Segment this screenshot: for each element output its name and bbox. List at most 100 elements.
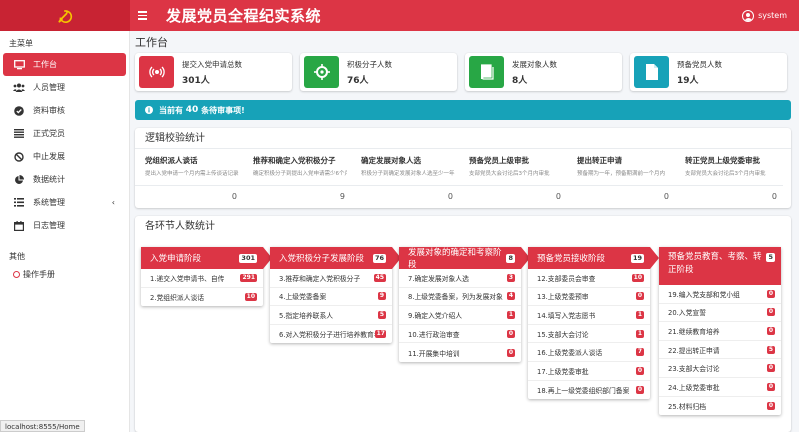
pending-alert[interactable]: 当前有 40 条待审事项! (135, 100, 791, 120)
stat-name: 提出转正申请 (577, 156, 622, 165)
user-menu[interactable]: system (742, 0, 787, 31)
count-badge: 0 (766, 364, 775, 373)
stage-item[interactable]: 10.进行政治审查 0 (399, 325, 521, 344)
stage-item[interactable]: 19.编入党支部和党小组 0 (659, 285, 781, 304)
logic-stat[interactable]: 党组织派人谈话 提出入党申请一个月内需上传谈话记录 0 (135, 155, 243, 210)
stat-desc: 提出入党申请一个月内需上传谈话记录 (145, 171, 239, 177)
info-value: 19人 (677, 75, 699, 86)
stage-item[interactable]: 23.支部大会讨论 0 (659, 359, 781, 378)
logic-stat[interactable]: 确定发展对象人选 积极分子到确定发展对象人选至少一年 0 (351, 155, 459, 210)
info-label: 发展对象人数 (512, 59, 557, 69)
count-badge: 0 (766, 289, 775, 298)
logo (0, 0, 130, 31)
sidebar-item-label: 人员管理 (33, 83, 65, 92)
stage-column-development: 发展对象的确定和考察阶段 8 7.确定发展对象人选 3 8.上级党委备案，列为发展… (399, 247, 530, 362)
manual-link[interactable]: 操作手册 (0, 267, 129, 281)
stage-title: 入党申请阶段 (150, 254, 202, 264)
info-label: 预备党员人数 (677, 59, 722, 69)
stat-desc: 积极分子到确定发展对象人选至少一年 (361, 171, 455, 177)
stage-item[interactable]: 6.对入党积极分子进行培养教育考察17 (270, 325, 392, 344)
sidebar: 主菜单 工作台 人员管理 资料审核 正式党员 中止发展 数据统计 系统管理 ‹ … (0, 31, 130, 432)
sidebar-item-personnel[interactable]: 人员管理 (0, 76, 129, 99)
stage-item[interactable]: 24.上级党委审批 0 (659, 378, 781, 397)
sidebar-item-suspended[interactable]: 中止发展 (0, 145, 129, 168)
sidebar-item-system[interactable]: 系统管理 ‹ (0, 191, 129, 214)
alert-suffix: 条待审事项! (201, 105, 245, 115)
stage-item[interactable]: 22.提出转正申请 5 (659, 341, 781, 360)
stage-item[interactable]: 11.开展集中培训 0 (399, 343, 521, 362)
stage-item[interactable]: 1.递交入党申请书、自传 291 (141, 269, 263, 288)
circle-icon (13, 270, 20, 278)
stage-item[interactable]: 8.上级党委备案，列为发展对象 4 (399, 288, 521, 307)
logic-stat[interactable]: 预备党员上级审批 支部党员大会讨论后3个月内审批 0 (459, 155, 567, 210)
stage-item[interactable]: 13.上级党委预审 0 (528, 288, 650, 307)
stage-item[interactable]: 18.再上一级党委组织部门备案 0 (528, 381, 650, 400)
file-icon (634, 56, 669, 88)
stage-item[interactable]: 5.指定培养联系人 5 (270, 306, 392, 325)
stage-item[interactable]: 17.上级党委审批 0 (528, 362, 650, 381)
stage-header[interactable]: 发展对象的确定和考察阶段 8 (399, 247, 521, 270)
stage-item[interactable]: 3.推荐和确定入党积极分子 45 (270, 269, 392, 288)
stage-header[interactable]: 预备党员接收阶段 19 (528, 247, 650, 269)
info-label: 积极分子人数 (347, 59, 392, 69)
sidebar-other-heading: 其他 (9, 252, 25, 261)
chevron-left-icon: ‹ (111, 198, 115, 207)
stage-item[interactable]: 12.支部委员会审查 10 (528, 269, 650, 288)
logic-stat[interactable]: 转正党员上级党委审批 支部党员大会讨论后3个月内审批 0 (675, 155, 783, 210)
logic-stat[interactable]: 推荐和确定入党积极分子 确定积极分子到提出入党申请需少6个月以上 9 (243, 155, 351, 210)
card-title: 逻辑校验统计 (135, 128, 791, 149)
sidebar-item-label: 中止发展 (33, 152, 65, 161)
count-badge: 17 (374, 330, 386, 339)
sidebar-item-label: 资料审核 (33, 106, 65, 115)
stat-name: 预备党员上级审批 (469, 156, 529, 165)
sidebar-item-statistics[interactable]: 数据统计 (0, 168, 129, 191)
count-badge: 3 (506, 273, 515, 282)
stage-column-probation-education: 预备党员教育、考察、转正阶段 5 19.编入党支部和党小组 0 20.入党宣誓 0 … (659, 247, 781, 416)
stage-item[interactable]: 9.确定入党介绍人 1 (399, 306, 521, 325)
status-bar-url: localhost:8555/Home (0, 420, 85, 432)
stage-item[interactable]: 7.确定发展对象人选 3 (399, 269, 521, 288)
info-box-activists: 积极分子人数 76人 (300, 53, 457, 91)
stage-title: 预备党员接收阶段 (537, 254, 606, 264)
count-badge: 9 (377, 292, 386, 301)
stage-item[interactable]: 15.支部大会讨论 1 (528, 325, 650, 344)
stat-value: 0 (231, 192, 237, 201)
user-circle-icon (742, 9, 755, 22)
count-badge: 7 (635, 348, 644, 357)
stage-item[interactable]: 21.继续教育培养 0 (659, 322, 781, 341)
count-badge: 45 (373, 273, 386, 282)
stage-item[interactable]: 16.上级党委派人谈话 7 (528, 343, 650, 362)
count-badge: 0 (766, 401, 775, 410)
stat-value: 9 (339, 192, 345, 201)
stage-header[interactable]: 入党申请阶段 301 (141, 247, 263, 269)
stage-item[interactable]: 2.党组织派人谈话 10 (141, 288, 263, 307)
sidebar-item-review[interactable]: 资料审核 (0, 99, 129, 122)
sidebar-item-logs[interactable]: 日志管理 (0, 214, 129, 237)
stage-item[interactable]: 25.材料归档 0 (659, 397, 781, 416)
stage-item[interactable]: 14.填写入党志愿书 1 (528, 306, 650, 325)
sidebar-item-full-members[interactable]: 正式党员 (0, 122, 129, 145)
sidebar-item-label: 系统管理 (33, 198, 65, 207)
sidebar-item-label: 工作台 (33, 60, 57, 69)
sidebar-heading: 主菜单 (9, 39, 33, 48)
users-icon (13, 82, 25, 94)
stage-header[interactable]: 入党积极分子发展阶段 76 (270, 247, 392, 269)
list-icon (13, 128, 25, 140)
calendar-icon (13, 220, 25, 232)
stage-header[interactable]: 预备党员教育、考察、转正阶段 5 (659, 247, 781, 285)
stage-count: 76 (372, 253, 386, 263)
logic-stat[interactable]: 提出转正申请 预备期为一年，预备期满前一个月内 0 (567, 155, 675, 210)
stage-item[interactable]: 4.上级党委备案 9 (270, 288, 392, 307)
stat-value: 0 (555, 192, 561, 201)
info-box-development-targets: 发展对象人数 8人 (465, 53, 622, 91)
stat-name: 党组织派人谈话 (145, 156, 198, 165)
stage-item[interactable]: 20.入党宣誓 0 (659, 304, 781, 323)
stage-column-probationary-intake: 预备党员接收阶段 19 12.支部委员会审查 10 13.上级党委预审 0 14.填… (528, 247, 659, 400)
logic-check-card: 逻辑校验统计 党组织派人谈话 提出入党申请一个月内需上传谈话记录 0 推荐和确定… (135, 128, 791, 208)
sidebar-item-label: 数据统计 (33, 175, 65, 184)
sidebar-item-dashboard[interactable]: 工作台 (3, 53, 126, 76)
monitor-icon (13, 59, 25, 71)
main-content: 工作台 提交入党申请总数 301人 积极分子人数 76人 发展对象人数 8人 预… (130, 31, 799, 432)
info-value: 76人 (347, 75, 369, 86)
menu-toggle-button[interactable] (138, 0, 152, 31)
